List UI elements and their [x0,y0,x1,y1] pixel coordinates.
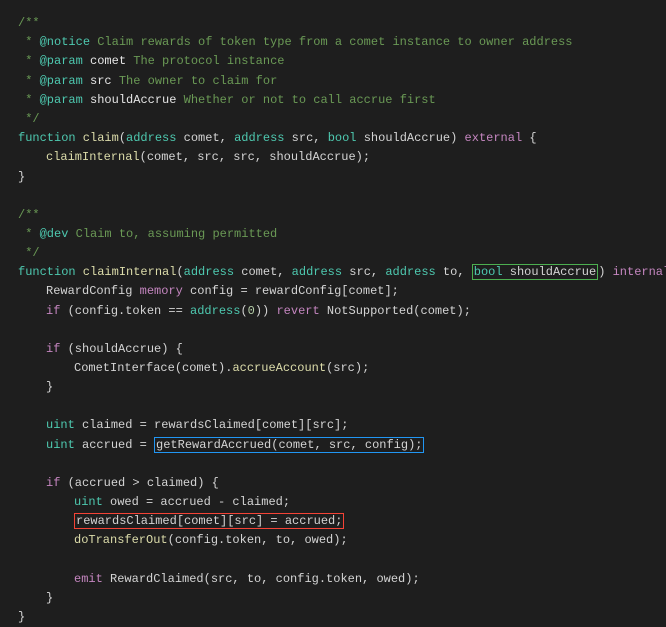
param-name: shouldAccrue [83,93,177,107]
stmt: claimed = rewardsClaimed[comet][src]; [75,418,349,432]
param-name: comet [83,54,126,68]
comment-text: The owner to claim for [112,74,278,88]
comment-text: Whether or not to call accrue first [176,93,435,107]
stmt: accrued = [75,438,154,452]
type-address: address [184,265,234,279]
expr: NotSupported(comet); [320,304,471,318]
doc-tag-param: @param [40,54,83,68]
type-address: address [385,265,435,279]
param: shouldAccrue) [357,131,465,145]
comment-close: */ [18,246,40,260]
comment-star: * [18,54,40,68]
type-address: address [126,131,176,145]
type-uint: uint [46,438,75,452]
brace: { [522,131,536,145]
number: 0 [248,304,255,318]
keyword-revert: revert [276,304,319,318]
param: src, [342,265,385,279]
paren: ) [598,265,612,279]
fn-call: accrueAccount [232,361,326,375]
param: src, [284,131,327,145]
highlight-blue: getRewardAccrued(comet, src, config); [154,437,424,453]
keyword-if: if [46,476,60,490]
keyword-function: function [18,131,76,145]
args: (comet, src, src, shouldAccrue); [140,150,370,164]
comment-text: Claim rewards of token type from a comet… [90,35,572,49]
keyword-function: function [18,265,76,279]
visibility: internal [613,265,666,279]
paren: )) [255,304,277,318]
keyword-if: if [46,304,60,318]
param: comet, [176,131,234,145]
fn-name-claim: claim [76,131,119,145]
comment-star: * [18,74,40,88]
comment-star: * [18,93,40,107]
param: to, [436,265,472,279]
type-bool: bool [328,131,357,145]
stmt: owed = accrued - claimed; [103,495,290,509]
brace: } [46,591,53,605]
comment-close: */ [18,112,40,126]
expr: RewardClaimed(src, to, config.token, owe… [103,572,420,586]
comment-text: Claim to, assuming permitted [68,227,277,241]
brace: } [18,610,25,624]
param-name: src [83,74,112,88]
highlight-green: bool shouldAccrue [472,264,598,280]
expr: (shouldAccrue) { [60,342,182,356]
code-block: /** * @notice Claim rewards of token typ… [18,14,648,627]
type-address: address [190,304,240,318]
expr: (accrued > claimed) { [60,476,218,490]
fn-name-claim-internal: claimInternal [76,265,177,279]
type-bool: bool [474,265,503,279]
expr: CometInterface(comet). [74,361,232,375]
paren: ( [240,304,247,318]
expr: (config.token == [60,304,190,318]
param: comet, [234,265,292,279]
highlight-red: rewardsClaimed[comet][src] = accrued; [74,513,344,529]
type-address: address [292,265,342,279]
comment-text: The protocol instance [126,54,284,68]
paren: ( [119,131,126,145]
doc-tag-notice: @notice [40,35,90,49]
brace: } [18,170,25,184]
type-uint: uint [46,418,75,432]
fn-call: claimInternal [46,150,140,164]
doc-tag-dev: @dev [40,227,69,241]
doc-tag-param: @param [40,74,83,88]
type-uint: uint [74,495,103,509]
type-name: RewardConfig [46,284,140,298]
keyword-memory: memory [140,284,183,298]
brace: } [46,380,53,394]
paren: ( [176,265,183,279]
comment-open: /** [18,208,40,222]
type-address: address [234,131,284,145]
visibility: external [465,131,523,145]
fn-call: doTransferOut [74,533,168,547]
comment-star: * [18,227,40,241]
comment-star: * [18,35,40,49]
args: (config.token, to, owed); [168,533,348,547]
keyword-if: if [46,342,60,356]
keyword-emit: emit [74,572,103,586]
doc-tag-param: @param [40,93,83,107]
param: shouldAccrue [503,265,597,279]
args: (src); [326,361,369,375]
comment-open: /** [18,16,40,30]
stmt: config = rewardConfig[comet]; [183,284,399,298]
